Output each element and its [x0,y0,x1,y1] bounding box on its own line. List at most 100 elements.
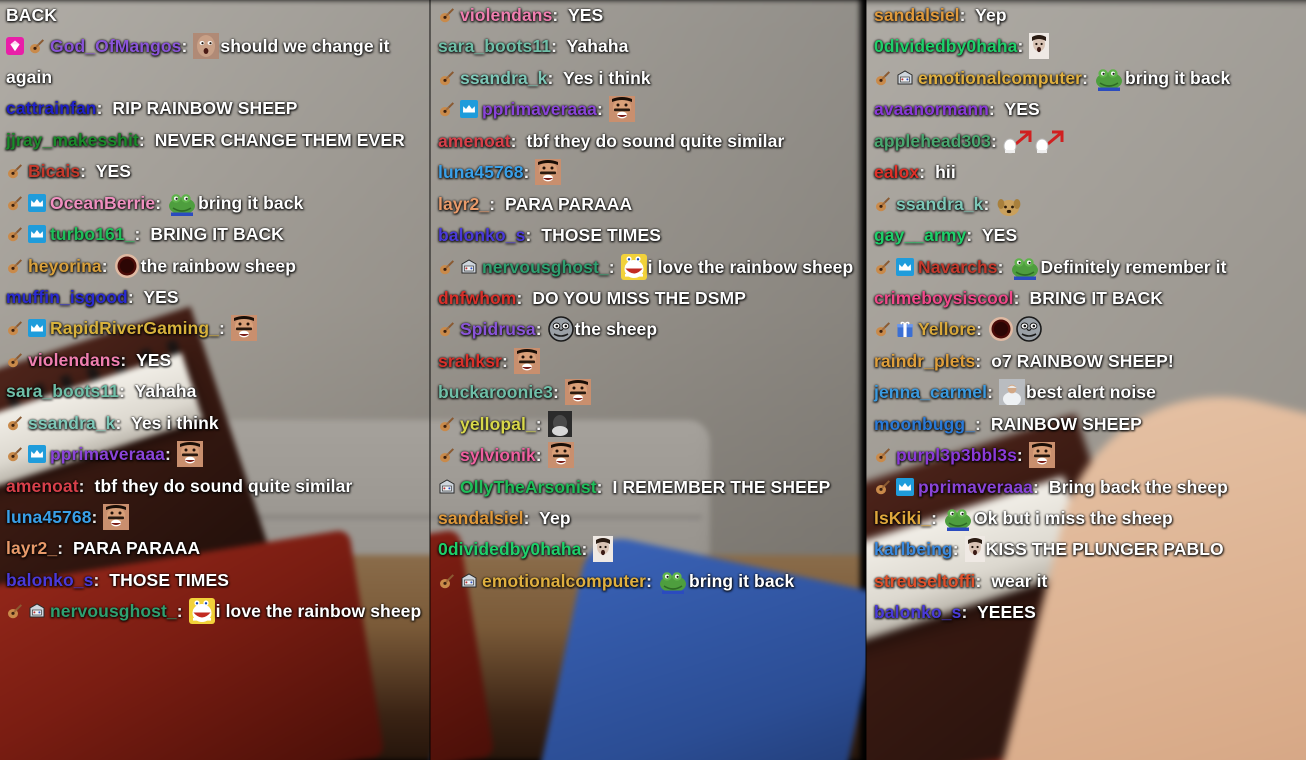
chat-username[interactable]: cattrainfan [6,98,97,118]
chat-username[interactable]: pprimaveraaa [50,444,165,464]
guitar-badge-icon[interactable] [6,319,24,337]
chat-username[interactable]: muffin_isgood [6,287,128,307]
chat-username[interactable]: raindr_plets [874,351,975,371]
crown-badge-icon[interactable] [460,100,478,119]
guitar-badge-icon[interactable] [438,415,456,433]
chat-username[interactable]: 0dividedby0haha [438,539,582,559]
chat-colon: : [608,256,620,277]
guitar-badge-icon[interactable] [6,162,24,180]
chat-username[interactable]: sara_boots11 [6,381,119,401]
chat-username[interactable]: layr2_ [438,194,489,214]
jukebox-badge-icon[interactable] [28,602,46,620]
chat-username[interactable]: Bicais [28,161,80,181]
guitar-badge-icon[interactable] [6,351,24,369]
chat-username[interactable]: 0dividedby0haha [874,36,1018,56]
chat-username[interactable]: ssandra_k [28,413,116,433]
chat-message: srahksr: [438,346,860,377]
chat-username[interactable]: yellopal_ [460,414,536,434]
crown-badge-icon[interactable] [28,193,46,212]
chat-username[interactable]: buckaroonie3 [438,382,553,402]
chat-username[interactable]: amenoat [6,476,79,496]
chat-message-text: YES [138,286,179,307]
guitar-badge-icon[interactable] [438,100,456,118]
gem-badge-icon[interactable] [6,37,24,56]
guitar-badge-icon[interactable] [438,446,456,464]
chat-username[interactable]: violendans [460,5,552,25]
chat-username[interactable]: moonbugg_ [874,414,975,434]
chat-username[interactable]: applehead303 [874,131,991,151]
guitar-badge-icon[interactable] [6,602,24,620]
chat-username[interactable]: Spidrusa [460,319,536,339]
chat-username[interactable]: OllyTheArsonist [460,477,597,497]
crown-badge-icon[interactable] [896,477,914,496]
chat-username[interactable]: violendans [28,350,120,370]
jukebox-badge-icon[interactable] [460,572,478,590]
chat-username[interactable]: jjray_makesshit [6,130,139,150]
guitar-badge-icon[interactable] [438,572,456,590]
guitar-badge-icon[interactable] [6,257,24,275]
crown-badge-icon[interactable] [28,445,46,464]
chat-username[interactable]: sandalsiel [438,508,524,528]
guitar-badge-icon[interactable] [28,37,46,55]
guitar-badge-icon[interactable] [874,320,892,338]
chat-username[interactable]: balonko_s [6,570,93,590]
guitar-badge-icon[interactable] [874,195,892,213]
chat-username[interactable]: srahksr [438,351,502,371]
guitar-badge-icon[interactable] [438,6,456,24]
chat-username[interactable]: pprimaveraaa [482,99,597,119]
chat-username[interactable]: avaanormann [874,99,989,119]
chat-username[interactable]: jenna_carmel [874,382,987,402]
chat-username[interactable]: amenoat [438,131,511,151]
guitar-badge-icon[interactable] [6,194,24,212]
guitar-badge-icon[interactable] [6,414,24,432]
guitar-badge-icon[interactable] [438,320,456,338]
gift-badge-icon[interactable] [896,320,914,338]
chat-username[interactable]: crimeboysiscool [874,288,1014,308]
chat-username[interactable]: streuseltoffi [874,571,975,591]
chat-username[interactable]: OceanBerrie [50,193,155,213]
crown-badge-icon[interactable] [28,319,46,338]
chat-username[interactable]: nervousghost_ [50,601,177,621]
guitar-badge-icon[interactable] [874,69,892,87]
guitar-badge-icon[interactable] [6,445,24,463]
chat-username[interactable]: Yellore [918,319,976,339]
chat-username[interactable]: balonko_s [874,602,961,622]
chat-username[interactable]: emotionalcomputer [918,68,1082,88]
chat-username[interactable]: ealox [874,162,919,182]
guitar-badge-icon[interactable] [874,478,892,496]
crown-badge-icon[interactable] [896,257,914,276]
chat-username[interactable]: luna45768 [6,507,92,527]
chat-username[interactable]: ssandra_k [896,194,984,214]
chat-username[interactable]: nervousghost_ [482,257,609,277]
guitar-badge-icon[interactable] [6,225,24,243]
crown-badge-icon[interactable] [28,225,46,244]
jukebox-badge-icon[interactable] [438,478,456,496]
guitar-badge-icon[interactable] [438,258,456,276]
chat-username[interactable]: layr2_ [6,538,57,558]
chat-username[interactable]: lsKiki_ [874,508,931,528]
chat-username[interactable]: dnfwhom [438,288,516,308]
chat-username[interactable]: pprimaveraaa [918,477,1033,497]
chat-username[interactable]: sylvionik [460,445,536,465]
chat-username[interactable]: karlbeing [874,539,953,559]
chat-username[interactable]: balonko_s [438,225,525,245]
chat-username[interactable]: Navarchs [918,257,998,277]
chat-username[interactable]: gay__army [874,225,966,245]
chat-username[interactable]: purpl3p3bbl3s [896,445,1017,465]
guitar-badge-icon[interactable] [874,446,892,464]
chat-username[interactable]: God_OfMangos [50,36,181,56]
chat-username[interactable]: sara_boots11 [438,36,551,56]
jukebox-badge-icon[interactable] [460,258,478,276]
chat-username[interactable]: heyorina [28,256,102,276]
chat-username[interactable]: luna45768 [438,162,524,182]
jukebox-badge-icon[interactable] [896,69,914,87]
gachi-emote-icon [513,347,540,374]
chat-username[interactable]: sandalsiel [874,5,960,25]
chat-username[interactable]: RapidRiverGaming_ [50,318,219,338]
chat-username[interactable]: emotionalcomputer [482,571,646,591]
guitar-badge-icon[interactable] [874,258,892,276]
guitar-badge-icon[interactable] [438,69,456,87]
chat-username[interactable]: turbo161_ [50,224,135,244]
chat-message-text: Ok but i miss the sheep [974,508,1173,528]
chat-username[interactable]: ssandra_k [460,68,548,88]
